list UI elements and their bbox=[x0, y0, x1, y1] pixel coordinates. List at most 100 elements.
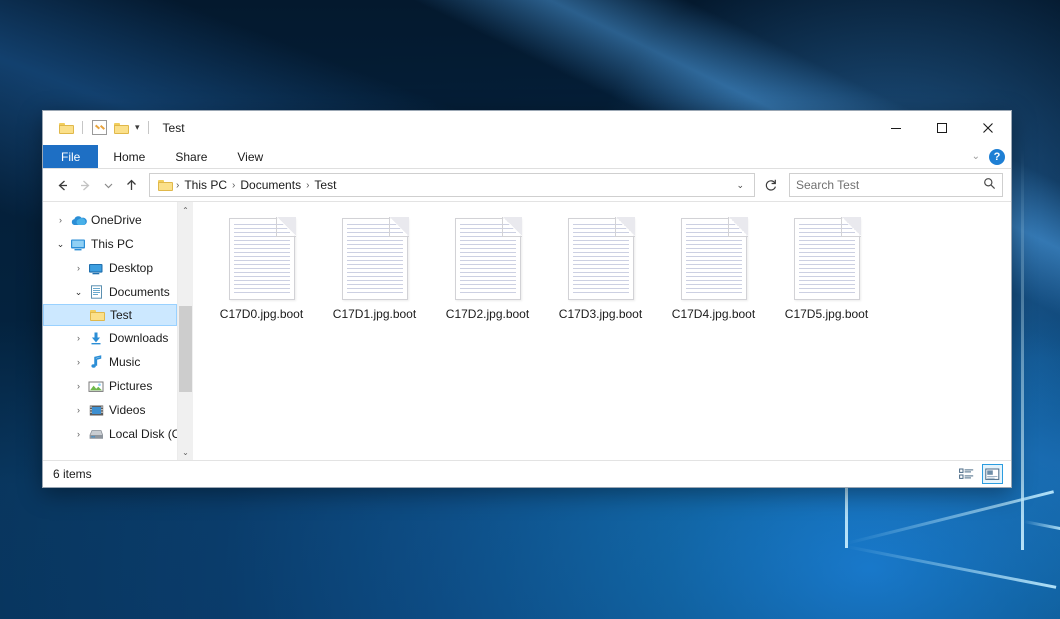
customize-quick-access-caret-icon[interactable]: ▾ bbox=[132, 123, 143, 132]
properties-checkbox-icon[interactable] bbox=[88, 117, 110, 139]
scroll-down-arrow-icon[interactable]: ⌄ bbox=[178, 444, 193, 460]
generic-document-icon bbox=[681, 218, 747, 300]
search-icon[interactable] bbox=[983, 177, 996, 193]
file-name: C17D2.jpg.boot bbox=[446, 307, 529, 321]
minimize-button[interactable] bbox=[873, 111, 919, 144]
file-explorer-window[interactable]: ▾ Test File Home Share View ⌄ ? bbox=[42, 110, 1012, 488]
breadcrumb-item-this-pc[interactable]: This PC bbox=[179, 178, 232, 192]
search-input[interactable]: Search Test bbox=[789, 173, 1003, 197]
window-title: Test bbox=[163, 121, 185, 135]
folder-icon bbox=[87, 309, 107, 321]
chevron-right-icon[interactable]: › bbox=[71, 357, 86, 367]
generic-document-icon bbox=[455, 218, 521, 300]
breadcrumb-item-documents[interactable]: Documents bbox=[235, 178, 306, 192]
tab-view[interactable]: View bbox=[222, 145, 278, 168]
sidebar-item-local-disk-c[interactable]: › Local Disk (C:) bbox=[43, 422, 177, 446]
toolbar-divider bbox=[82, 121, 83, 134]
sidebar-item-label: Documents bbox=[109, 285, 170, 299]
file-item[interactable]: C17D3.jpg.boot bbox=[544, 216, 657, 321]
quick-access-toolbar[interactable]: ▾ Test bbox=[43, 111, 185, 144]
large-icons-view-icon[interactable] bbox=[982, 464, 1003, 484]
breadcrumb[interactable]: › This PC › Documents › Test ⌄ bbox=[149, 173, 755, 197]
chevron-right-icon[interactable]: › bbox=[71, 333, 86, 343]
details-view-icon[interactable] bbox=[956, 464, 977, 484]
videos-filmstrip-icon bbox=[86, 404, 106, 417]
onedrive-cloud-icon bbox=[68, 214, 88, 227]
file-name: C17D5.jpg.boot bbox=[785, 307, 868, 321]
navigation-scrollbar[interactable]: ⌃ ⌄ bbox=[177, 202, 193, 460]
documents-icon bbox=[86, 285, 106, 299]
close-button[interactable] bbox=[965, 111, 1011, 144]
ribbon-right-controls[interactable]: ⌄ ? bbox=[972, 145, 1005, 168]
new-folder-icon[interactable] bbox=[110, 117, 132, 139]
sidebar-item-pictures[interactable]: › Pictures bbox=[43, 374, 177, 398]
help-icon[interactable]: ? bbox=[989, 149, 1005, 165]
maximize-button[interactable] bbox=[919, 111, 965, 144]
sidebar-item-this-pc[interactable]: ⌄ This PC bbox=[43, 232, 177, 256]
file-item[interactable]: C17D5.jpg.boot bbox=[770, 216, 883, 321]
sidebar-item-downloads[interactable]: › Downloads bbox=[43, 326, 177, 350]
chevron-right-icon[interactable]: › bbox=[71, 381, 86, 391]
sidebar-item-label: Desktop bbox=[109, 261, 153, 275]
window-controls[interactable] bbox=[873, 111, 1011, 144]
desktop-icon bbox=[86, 262, 106, 275]
forward-button bbox=[74, 173, 97, 197]
chevron-down-icon[interactable]: ⌄ bbox=[71, 287, 86, 298]
generic-document-icon bbox=[794, 218, 860, 300]
title-bar[interactable]: ▾ Test bbox=[43, 111, 1011, 145]
file-grid: C17D0.jpg.boot C17D1.jpg.boot C17D2.jpg.… bbox=[205, 216, 1011, 321]
up-button[interactable] bbox=[120, 173, 143, 197]
sidebar-item-videos[interactable]: › Videos bbox=[43, 398, 177, 422]
chevron-right-icon[interactable]: › bbox=[71, 405, 86, 415]
sidebar-item-label: Music bbox=[109, 355, 140, 369]
navigation-tree[interactable]: › OneDrive ⌄ This PC › bbox=[43, 202, 177, 460]
sidebar-item-label: OneDrive bbox=[91, 213, 142, 227]
toolbar-divider bbox=[148, 121, 149, 134]
file-name: C17D4.jpg.boot bbox=[672, 307, 755, 321]
windows-logo-streak bbox=[1021, 150, 1024, 550]
recent-locations-button[interactable] bbox=[97, 173, 120, 197]
chevron-right-icon[interactable]: › bbox=[53, 215, 68, 225]
generic-document-icon bbox=[342, 218, 408, 300]
breadcrumb-item-test[interactable]: Test bbox=[309, 178, 341, 192]
sidebar-item-label: Pictures bbox=[109, 379, 152, 393]
item-count-label: 6 items bbox=[53, 467, 92, 481]
refresh-button[interactable] bbox=[759, 174, 783, 196]
tab-file[interactable]: File bbox=[43, 145, 98, 168]
file-item[interactable]: C17D2.jpg.boot bbox=[431, 216, 544, 321]
file-item[interactable]: C17D4.jpg.boot bbox=[657, 216, 770, 321]
view-toggle-group[interactable] bbox=[956, 461, 1003, 487]
sidebar-item-test[interactable]: Test bbox=[43, 304, 177, 326]
this-pc-monitor-icon bbox=[68, 238, 88, 251]
address-bar[interactable]: › This PC › Documents › Test ⌄ Search Te… bbox=[43, 169, 1011, 201]
search-placeholder: Search Test bbox=[796, 178, 983, 192]
chevron-down-icon[interactable]: ⌄ bbox=[972, 152, 980, 162]
file-item[interactable]: C17D0.jpg.boot bbox=[205, 216, 318, 321]
folder-icon bbox=[158, 179, 173, 191]
file-list-pane[interactable]: C17D0.jpg.boot C17D1.jpg.boot C17D2.jpg.… bbox=[193, 202, 1011, 460]
tab-share[interactable]: Share bbox=[160, 145, 222, 168]
back-button[interactable] bbox=[51, 173, 74, 197]
file-item[interactable]: C17D1.jpg.boot bbox=[318, 216, 431, 321]
scroll-up-arrow-icon[interactable]: ⌃ bbox=[178, 202, 193, 218]
sidebar-item-desktop[interactable]: › Desktop bbox=[43, 256, 177, 280]
file-name: C17D3.jpg.boot bbox=[559, 307, 642, 321]
chevron-down-icon[interactable]: ⌄ bbox=[730, 180, 750, 191]
tab-home[interactable]: Home bbox=[98, 145, 160, 168]
ribbon-tab-bar[interactable]: File Home Share View ⌄ ? bbox=[43, 145, 1011, 168]
file-name: C17D1.jpg.boot bbox=[333, 307, 416, 321]
sidebar-item-documents[interactable]: ⌄ Documents bbox=[43, 280, 177, 304]
chevron-right-icon[interactable]: › bbox=[71, 263, 86, 273]
generic-document-icon bbox=[229, 218, 295, 300]
scrollbar-track[interactable] bbox=[178, 218, 193, 444]
hard-drive-icon bbox=[86, 428, 106, 441]
sidebar-item-music[interactable]: › Music bbox=[43, 350, 177, 374]
sidebar-item-label: Local Disk (C:) bbox=[109, 427, 177, 441]
sidebar-item-onedrive[interactable]: › OneDrive bbox=[43, 208, 177, 232]
status-bar: 6 items bbox=[43, 460, 1011, 487]
chevron-down-icon[interactable]: ⌄ bbox=[53, 239, 68, 250]
navigation-pane[interactable]: › OneDrive ⌄ This PC › bbox=[43, 202, 193, 460]
scrollbar-thumb[interactable] bbox=[179, 306, 192, 392]
chevron-right-icon[interactable]: › bbox=[71, 429, 86, 439]
folder-icon[interactable] bbox=[55, 117, 77, 139]
